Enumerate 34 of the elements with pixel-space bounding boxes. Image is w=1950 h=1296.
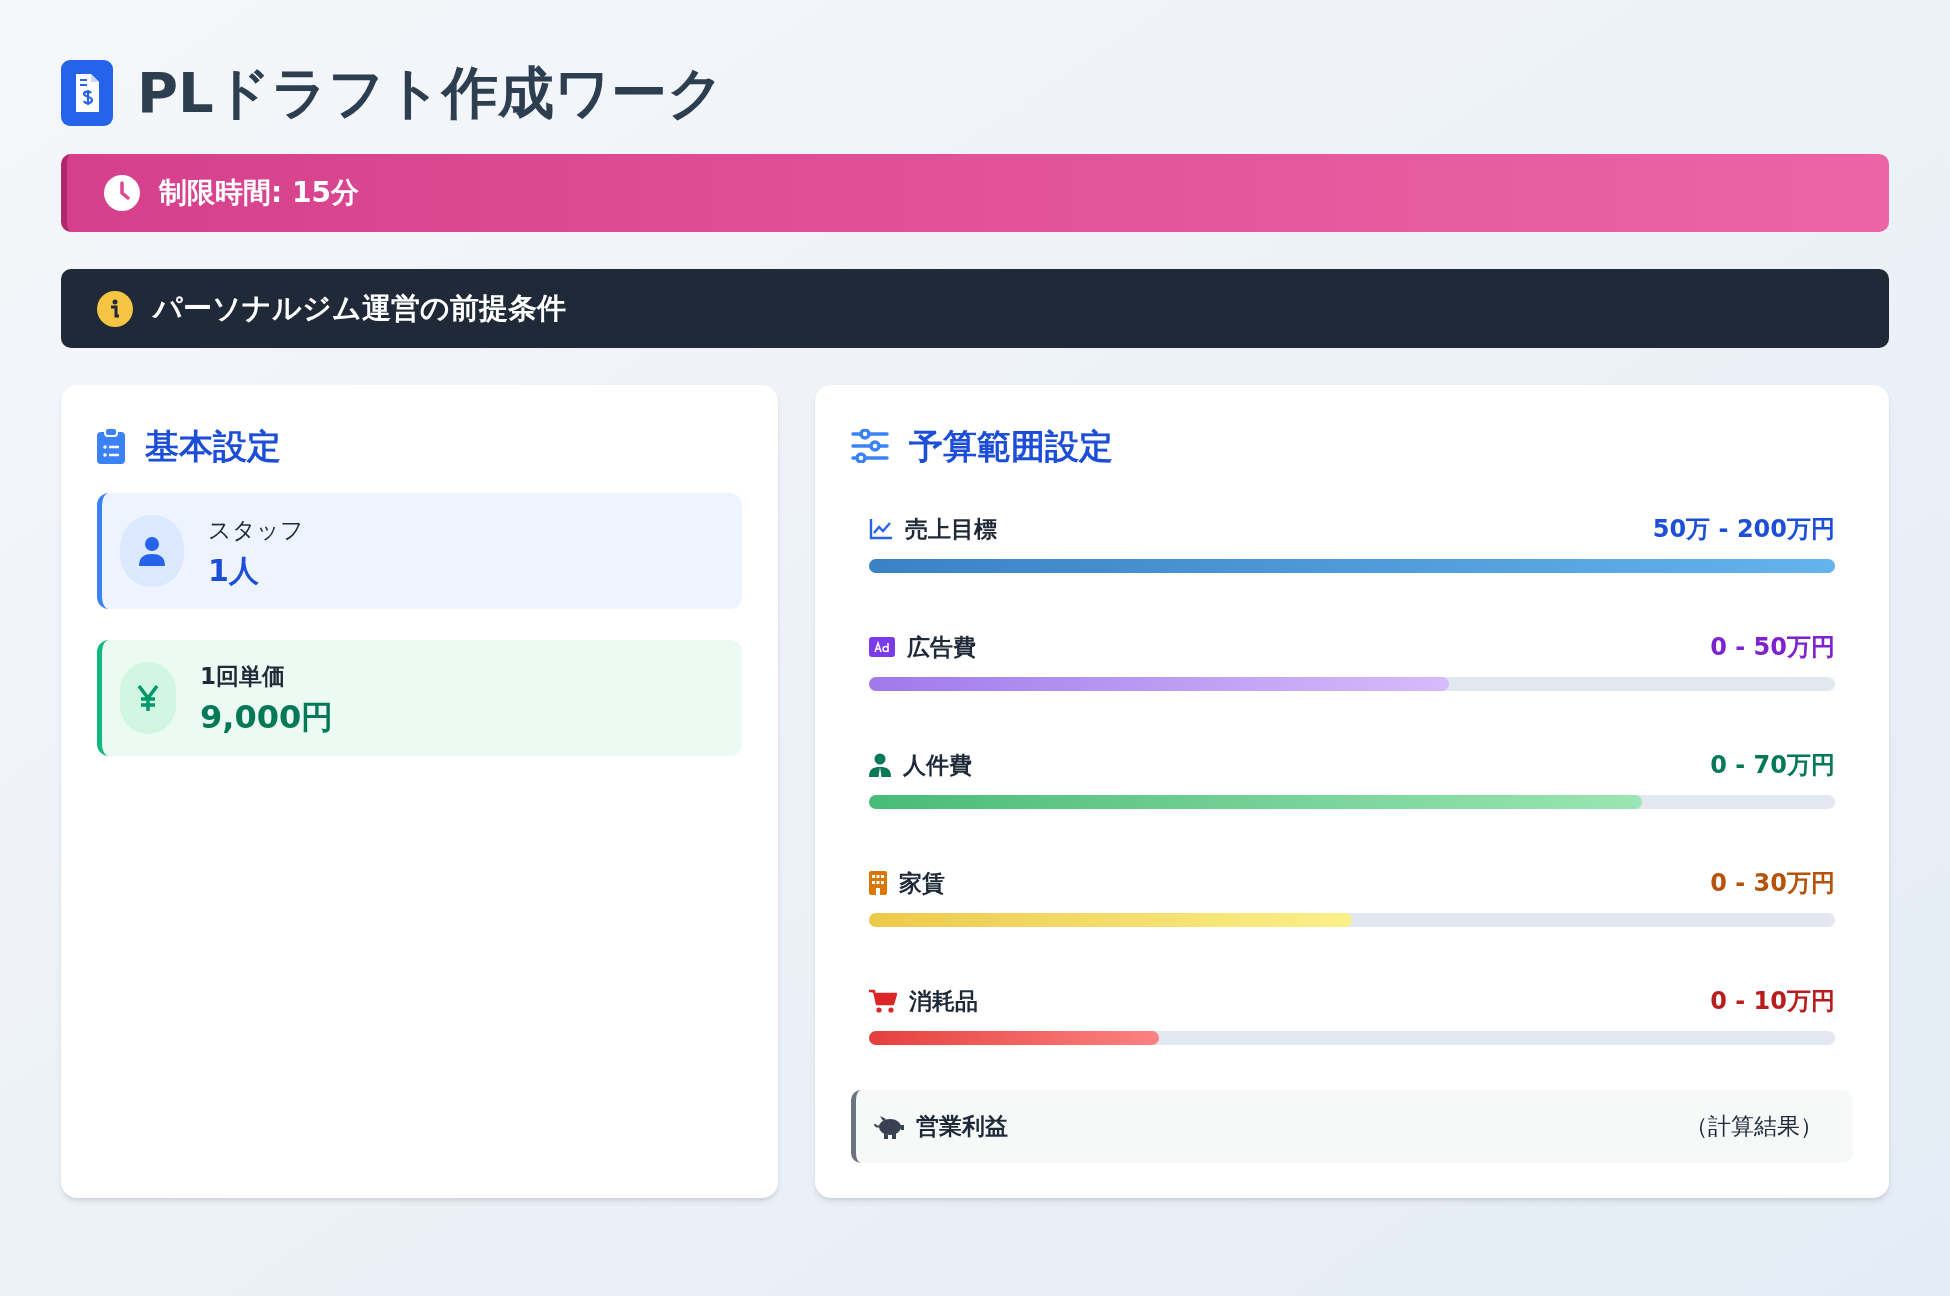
range-value: 0 - 50万円: [1710, 632, 1835, 663]
range-label: 広告費: [907, 632, 976, 662]
yen-icon: [137, 684, 159, 712]
cart-icon: [869, 989, 897, 1013]
range-label: 人件費: [903, 750, 972, 780]
time-limit-text: 制限時間: 15分: [159, 175, 359, 211]
item-label: 1回単価: [200, 661, 286, 691]
range-value: 0 - 10万円: [1710, 986, 1835, 1017]
piggy-bank-icon: [874, 1114, 904, 1139]
result-value: （計算結果）: [1685, 1112, 1823, 1142]
range-value: 0 - 70万円: [1710, 750, 1835, 781]
item-label: スタッフ: [208, 516, 304, 545]
result-label: 営業利益: [916, 1112, 1009, 1142]
item-value: 1人: [208, 551, 260, 589]
person-icon: [138, 536, 166, 566]
info-icon: [97, 290, 133, 327]
sliders-icon: [851, 429, 889, 463]
dollar-document-icon: [61, 60, 113, 126]
section-heading: 基本設定: [145, 424, 281, 468]
ad-icon: [869, 637, 895, 657]
section-heading: 予算範囲設定: [909, 424, 1113, 468]
building-icon: [869, 871, 887, 895]
range-label: 消耗品: [909, 986, 978, 1016]
person-icon: [869, 753, 891, 777]
clock-icon: [103, 174, 141, 212]
line-chart-icon: [869, 518, 893, 540]
clipboard-list-icon: [97, 428, 125, 464]
range-value: 50万 - 200万円: [1652, 514, 1835, 545]
page-title: PLドラフト作成ワーク: [137, 65, 724, 121]
item-value: 9,000円: [200, 697, 334, 738]
premise-text: パーソナルジム運営の前提条件: [153, 289, 566, 327]
range-value: 0 - 30万円: [1710, 868, 1835, 899]
range-label: 家賃: [899, 868, 945, 898]
range-label: 売上目標: [905, 514, 997, 544]
